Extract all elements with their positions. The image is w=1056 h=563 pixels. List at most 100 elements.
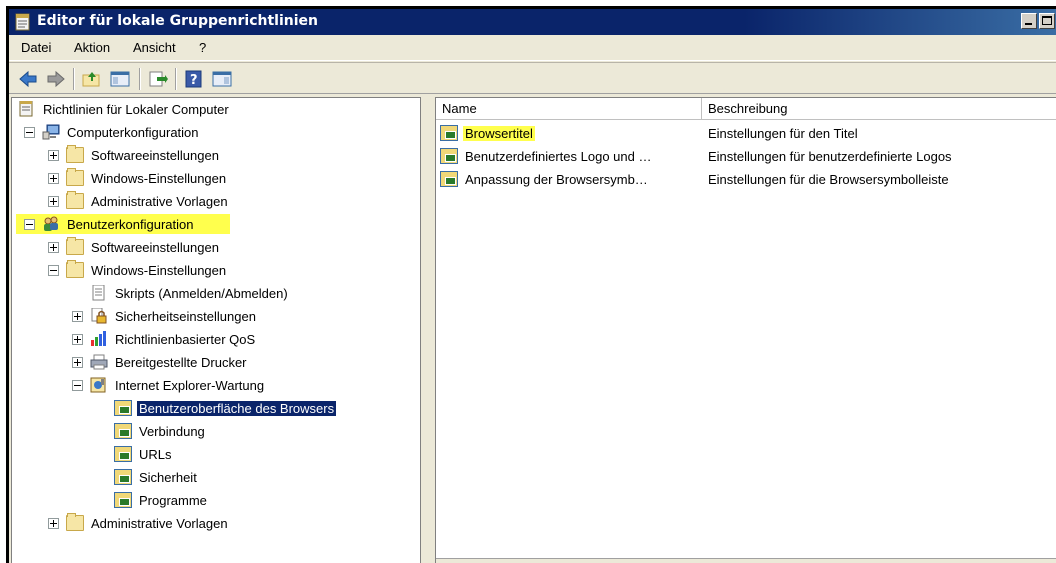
list-item-desc: Einstellungen für benutzerdefinierte Log… [708, 148, 952, 164]
tree-label: Sicherheit [139, 469, 197, 485]
collapse-toggle[interactable] [48, 265, 59, 276]
expand-toggle[interactable] [48, 196, 59, 207]
connection-icon [114, 423, 132, 439]
security-icon [91, 308, 107, 324]
url-icon [114, 446, 132, 462]
tree-item-root[interactable]: Richtlinien für Lokaler Computer [18, 98, 231, 120]
tree-item-u-windows-einstellungen[interactable]: Windows-Einstellungen [66, 259, 228, 281]
pane-splitter[interactable] [421, 97, 435, 563]
svg-text:?: ? [190, 73, 198, 88]
tree-label: Sicherheitseinstellungen [115, 308, 256, 324]
tree-pane[interactable]: Richtlinien für Lokaler Computer Compute… [11, 97, 421, 563]
folder-icon [66, 260, 84, 278]
tree-label-selected: Benutzeroberfläche des Browsers [137, 400, 337, 416]
menu-help[interactable]: ? [199, 40, 206, 55]
folder-icon [66, 168, 84, 186]
toolbar-separator [139, 68, 141, 90]
tree-item-benutzerkonfiguration[interactable]: Benutzerkonfiguration [42, 213, 195, 235]
list-item-desc: Einstellungen für die Browsersymbolleist… [708, 171, 949, 187]
policy-editor-icon [15, 13, 30, 31]
shield-icon [114, 469, 132, 485]
app-window: Editor für lokale Gruppenrichtlinien Dat… [6, 6, 1056, 563]
tree-label: Verbindung [139, 423, 205, 439]
column-header-beschreibung[interactable]: Beschreibung [702, 98, 1056, 120]
list-row[interactable]: Anpassung der Browsersymb… Einstellungen… [436, 168, 1056, 190]
toolbar-separator [175, 68, 177, 90]
menu-aktion[interactable]: Aktion [74, 40, 110, 55]
collapse-toggle[interactable] [24, 127, 35, 138]
list-item-name: Browsertitel [463, 125, 535, 141]
toolbar-separator [73, 68, 75, 90]
expand-toggle[interactable] [72, 334, 83, 345]
tree-item-programme[interactable]: Programme [114, 489, 209, 511]
collapse-toggle[interactable] [24, 219, 35, 230]
list-row[interactable]: Browsertitel Einstellungen für den Titel [436, 122, 1056, 144]
policy-item-icon [440, 148, 458, 164]
horizontal-scrollbar[interactable] [436, 558, 1056, 563]
expand-toggle[interactable] [48, 242, 59, 253]
tree-label: Richtlinienbasierter QoS [115, 331, 256, 347]
expand-toggle[interactable] [48, 518, 59, 529]
programs-icon [114, 492, 132, 508]
show-hide-tree-icon[interactable] [109, 69, 131, 89]
expand-toggle[interactable] [72, 311, 83, 322]
folder-icon [66, 191, 84, 209]
up-folder-icon[interactable] [81, 69, 103, 89]
help-icon[interactable]: ? [183, 69, 205, 89]
tree-label: Bereitgestellte Drucker [115, 354, 247, 370]
expand-toggle[interactable] [48, 173, 59, 184]
list-row[interactable]: Benutzerdefiniertes Logo und … Einstellu… [436, 145, 1056, 167]
collapse-toggle[interactable] [72, 380, 83, 391]
list-item-name: Anpassung der Browsersymb… [465, 171, 648, 187]
tree-item-urls[interactable]: URLs [114, 443, 174, 465]
export-list-icon[interactable] [147, 69, 169, 89]
tree-item-skripts[interactable]: Skripts (Anmelden/Abmelden) [90, 282, 290, 304]
ie-maintenance-icon [90, 377, 106, 393]
tree-label: Skripts (Anmelden/Abmelden) [115, 285, 288, 301]
computer-icon [42, 124, 60, 140]
tree-item-verbindung[interactable]: Verbindung [114, 420, 207, 442]
tree-label: URLs [139, 446, 172, 462]
list-item-name: Benutzerdefiniertes Logo und … [465, 148, 652, 164]
expand-toggle[interactable] [72, 357, 83, 368]
toolbar: ? [9, 62, 1056, 94]
users-icon [44, 216, 58, 231]
tree-label: Administrative Vorlagen [91, 515, 228, 531]
details-pane: Name Beschreibung Browsertitel Einstellu… [435, 97, 1056, 563]
script-icon [92, 285, 105, 301]
menu-datei[interactable]: Datei [21, 40, 51, 55]
tree-label: Programme [139, 492, 207, 508]
column-header-name[interactable]: Name [436, 98, 702, 120]
tree-item-internet-explorer-wartung[interactable]: Internet Explorer-Wartung [90, 374, 266, 396]
tree-item-sicherheitseinstellungen[interactable]: Sicherheitseinstellungen [90, 305, 258, 327]
tree-item-c-softwareeinstellungen[interactable]: Softwareeinstellungen [66, 144, 221, 166]
folder-icon [66, 145, 84, 163]
back-icon[interactable] [17, 69, 39, 89]
tree-label: Internet Explorer-Wartung [115, 377, 265, 393]
tree-item-bereitgestellte-drucker[interactable]: Bereitgestellte Drucker [90, 351, 249, 373]
tree-label: Administrative Vorlagen [91, 193, 228, 209]
tree-item-sicherheit[interactable]: Sicherheit [114, 466, 199, 488]
policy-document-icon [19, 101, 33, 117]
forward-icon[interactable] [45, 69, 67, 89]
tree-label: Windows-Einstellungen [91, 170, 227, 186]
tree-item-u-administrative-vorlagen[interactable]: Administrative Vorlagen [66, 512, 230, 534]
tree-label: Softwareeinstellungen [91, 147, 219, 163]
tree-item-c-windows-einstellungen[interactable]: Windows-Einstellungen [66, 167, 228, 189]
title-bar[interactable]: Editor für lokale Gruppenrichtlinien [9, 9, 1056, 35]
tree-item-computerkonfiguration[interactable]: Computerkonfiguration [42, 121, 201, 143]
tree-item-c-administrative-vorlagen[interactable]: Administrative Vorlagen [66, 190, 230, 212]
expand-toggle[interactable] [48, 150, 59, 161]
tree-item-u-softwareeinstellungen[interactable]: Softwareeinstellungen [66, 236, 221, 258]
menu-ansicht[interactable]: Ansicht [133, 40, 176, 55]
show-action-pane-icon[interactable] [211, 69, 233, 89]
folder-icon [66, 237, 84, 255]
folder-icon [66, 513, 84, 531]
policy-item-icon [440, 125, 458, 141]
tree-item-benutzeroberflaeche[interactable]: Benutzeroberfläche des Browsers [114, 397, 337, 419]
minimize-button[interactable] [1021, 13, 1037, 29]
maximize-button[interactable] [1039, 13, 1055, 29]
tree-label: Benutzerkonfiguration [67, 216, 194, 232]
tree-item-richtlinienbasierter-qos[interactable]: Richtlinienbasierter QoS [90, 328, 257, 350]
policy-item-icon [440, 171, 458, 187]
